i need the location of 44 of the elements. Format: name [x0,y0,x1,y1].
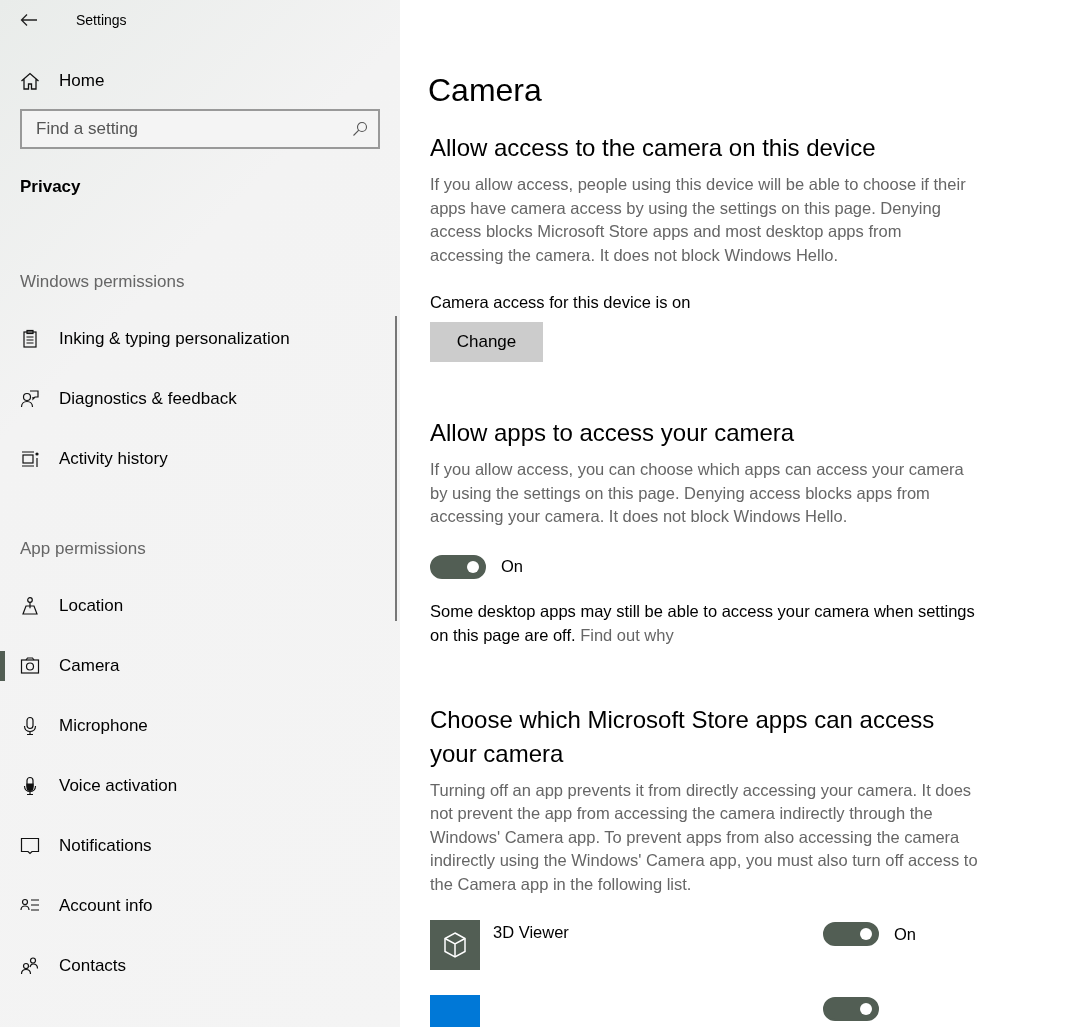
sidebar-item[interactable]: Contacts [0,936,400,996]
section-description: If you allow access, people using this device will be able to choose if their apps have camera access by using the settings on this page. Denying access blocks Microsoft Store apps and most desktop apps from accessing the camera. It does not block Windows Hello. [430,174,967,266]
timeline-icon [20,449,40,469]
status-text: Camera access for this device is on [430,293,692,312]
section-header: Windows permissions [20,272,186,292]
cube-icon [442,931,468,959]
sidebar-item[interactable]: Diagnostics & feedback [0,369,400,429]
sidebar-item[interactable]: Activity history [0,429,400,489]
toggle-state-label: On [501,557,523,576]
app-name: 3D Viewer [493,923,569,941]
toggle-switch[interactable] [823,997,879,1021]
sidebar-item[interactable]: Microphone [0,696,400,756]
clipboard-icon [20,329,40,349]
person-feedback-icon [20,389,40,409]
note-text: Some desktop apps may still be able to access your camera when settings on this page are off. Find out why [430,600,976,646]
section-heading: Allow access to the camera on this device [430,133,877,163]
category-title: Privacy [20,177,82,197]
home-icon[interactable] [20,72,40,90]
toggle-switch[interactable] [823,922,879,946]
scrollbar[interactable] [395,316,397,621]
search-icon [352,121,368,137]
section-heading: Choose which Microsoft Store apps can access your camera [430,704,936,769]
section-description: If you allow access, you can choose which apps can access your camera by using the settings on this page. Denying access blocks apps from accessing your camera. It does not block Windows Hello. [430,459,965,527]
page-title: Camera [428,72,543,109]
toggle-switch[interactable] [430,554,486,579]
location-icon [20,596,40,616]
section-heading: Allow apps to access your camera [430,418,796,448]
sidebar-item[interactable]: Voice activation [0,756,400,816]
sidebar-item[interactable]: Notifications [0,816,400,876]
people-icon [20,956,40,976]
back-arrow-icon[interactable] [20,13,38,27]
toggle-state-label: On [894,924,916,944]
section-header: App permissions [20,539,147,559]
sidebar-item[interactable]: Inking & typing personalization [0,309,400,369]
search-field[interactable]: Find a setting [20,109,380,149]
find-out-why-link[interactable]: Find out why [580,625,674,644]
speech-bubble-icon [20,836,40,856]
window-title: Settings [76,12,127,28]
change-button[interactable]: Change [430,322,543,362]
section-description: Turning off an app prevents it from directly accessing your camera. It does not prevent the app from accessing the camera indirectly through the Windows' Camera app. To prevent apps from also accessing the camera indirectly using the Windows' Camera app, you must also turn off access to the Camera app in the following list. [430,779,978,895]
sidebar-item[interactable]: Account info [0,876,400,936]
camera-icon [20,656,40,676]
sidebar-item[interactable]: Location [0,576,400,636]
home-link[interactable]: Home [59,71,105,91]
